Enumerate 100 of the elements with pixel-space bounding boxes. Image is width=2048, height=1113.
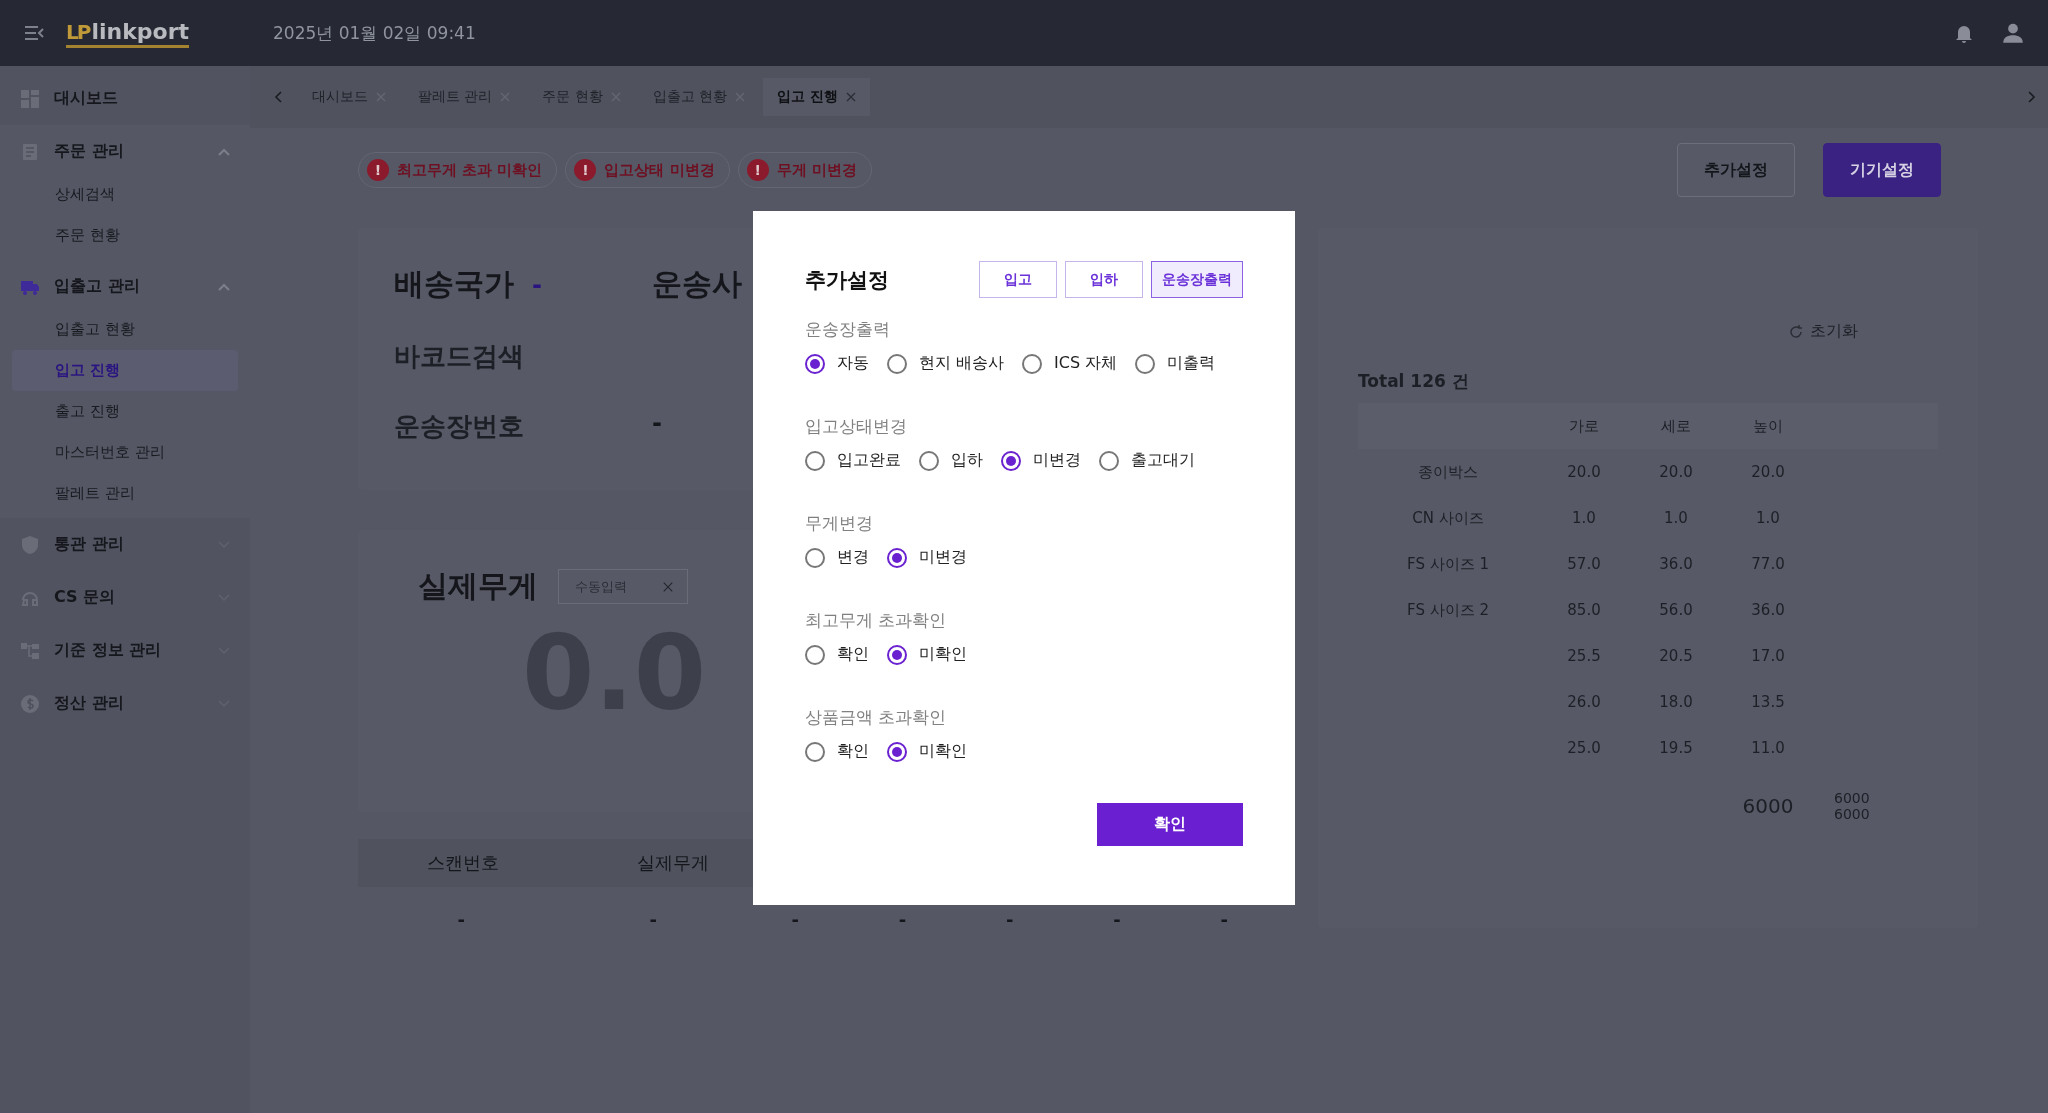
table-cell-text: 1.0	[1663, 509, 1689, 527]
coin-icon	[20, 693, 40, 714]
date-time: 2025년 01월 02일 09:41	[273, 21, 476, 45]
sidebar-item[interactable]: CS 문의	[0, 575, 250, 620]
table-cell-text: 6000	[1741, 794, 1795, 818]
sidebar-item[interactable]: 기준 정보 관리	[0, 628, 250, 673]
table-cell-text: 25.5	[1566, 647, 1602, 665]
field-label: 운송장번호	[394, 410, 524, 443]
radio-option[interactable]: 미확인	[887, 741, 967, 762]
field-value: -	[532, 270, 542, 299]
grid-icon	[20, 88, 40, 109]
radio-option[interactable]: 미출력	[1135, 353, 1216, 374]
settings-button[interactable]: 추가설정	[1677, 143, 1795, 197]
sidebar-subitem[interactable]: 상세검색	[12, 174, 238, 215]
total-count: Total 126 건	[1358, 370, 1470, 393]
section-label: 운송장출력	[805, 318, 891, 341]
radio-option[interactable]: 미변경	[1001, 450, 1081, 471]
confirm-button[interactable]: 확인	[1097, 803, 1243, 846]
table-cell-text: 19.5	[1658, 739, 1694, 757]
chevron-left-icon[interactable]	[274, 91, 282, 103]
mode-tab[interactable]: 운송장출력	[1151, 261, 1243, 298]
table-cell-text: 26.0	[1566, 693, 1602, 711]
table-cell: 6000	[1834, 790, 1870, 806]
sidebar-item[interactable]: 정산 관리	[0, 681, 250, 726]
warning-chip: ! 최고무게 초과 미확인	[358, 152, 558, 188]
sidebar-subitem[interactable]: 입출고 현황	[12, 309, 238, 350]
warning-chip: ! 무게 미변경	[737, 152, 872, 188]
radio-option[interactable]: 입하	[919, 450, 983, 471]
close-icon[interactable]	[846, 92, 857, 102]
table-cell-text: FS 사이즈 2	[1406, 600, 1490, 620]
table-cell-text: 18.0	[1658, 693, 1694, 711]
table-cell-text: 85.0	[1566, 601, 1602, 619]
table-cell-text: 36.0	[1658, 555, 1694, 573]
table-cell-text: 11.0	[1750, 739, 1786, 757]
reset-button[interactable]: 초기화	[1788, 321, 1858, 342]
column-header: 가로	[1568, 416, 1600, 436]
table-cell: 6000	[1834, 806, 1870, 822]
radio-option[interactable]: 자동	[805, 353, 869, 374]
table-cell-text: 25.0	[1566, 739, 1602, 757]
tab[interactable]: 입고 진행	[763, 78, 871, 116]
column-header: 높이	[1752, 416, 1784, 436]
radio-option[interactable]: 확인	[805, 644, 869, 665]
sidebar-item[interactable]: 대시보드	[0, 76, 250, 121]
chevron-right-icon[interactable]	[2028, 91, 2036, 103]
table-cell-text: 57.0	[1566, 555, 1602, 573]
table-cell-text: 77.0	[1750, 555, 1786, 573]
radio-option[interactable]: 출고대기	[1099, 450, 1195, 471]
warning-chip: ! 입고상태 미변경	[565, 152, 730, 188]
sidebar-item[interactable]: 주문 관리	[0, 129, 250, 174]
radio-option[interactable]: 입고완료	[805, 450, 901, 471]
table-cell-text: -	[1112, 911, 1122, 929]
section-label: 상품금액 초과확인	[805, 706, 948, 729]
field-label: 바코드검색	[394, 340, 524, 373]
hierarchy-icon	[20, 640, 40, 661]
radio-option[interactable]: 변경	[805, 547, 869, 568]
radio-option[interactable]: 현지 배송사	[887, 353, 1005, 374]
table-cell-text: 36.0	[1750, 601, 1786, 619]
sidebar-subitem[interactable]: 입고 진행	[12, 350, 238, 391]
device-settings-button[interactable]: 기기설정	[1823, 143, 1941, 197]
sidebar-item[interactable]: 통관 관리	[0, 522, 250, 567]
table-cell-text: 20.0	[1750, 463, 1786, 481]
section-label: 입고상태변경	[805, 415, 908, 438]
section-label: 무게변경	[805, 512, 874, 535]
shield-icon	[20, 534, 40, 555]
table-cell-text: -	[897, 911, 908, 929]
radio-option[interactable]: ICS 자체	[1022, 353, 1118, 374]
column-header: 스캔번호	[426, 851, 500, 875]
table-cell-text: 1.0	[1571, 509, 1597, 527]
sidebar-subitem[interactable]: 마스터번호 관리	[12, 432, 238, 473]
refresh-icon	[1788, 323, 1804, 340]
field-label: 운송사	[652, 265, 742, 303]
field-value: -	[652, 409, 662, 437]
table-cell-text: 56.0	[1658, 601, 1694, 619]
field-label: 배송국가	[394, 265, 514, 303]
table-cell-text: 20.0	[1658, 463, 1694, 481]
radio-option[interactable]: 확인	[805, 741, 869, 762]
radio-option[interactable]: 미변경	[887, 547, 967, 568]
table-cell-text: -	[648, 911, 658, 929]
table-cell-text: -	[790, 911, 801, 929]
mode-tab[interactable]: 입하	[1065, 261, 1143, 298]
warning-icon: !	[746, 159, 769, 181]
column-header: 세로	[1660, 416, 1692, 436]
warning-icon: !	[574, 159, 597, 181]
sidebar-subitem[interactable]: 팔레트 관리	[12, 473, 238, 514]
sidebar-subitem[interactable]: 출고 진행	[12, 391, 238, 432]
dialog-title: 추가설정	[805, 266, 889, 294]
table-cell-text: -	[1219, 911, 1230, 929]
table-cell-text: 17.0	[1750, 647, 1786, 665]
radio-option[interactable]: 미확인	[887, 644, 967, 665]
section-label: 최고무게 초과확인	[805, 609, 948, 632]
table-cell-text: 13.5	[1750, 693, 1786, 711]
sidebar-item[interactable]: 입출고 관리	[0, 264, 250, 309]
mode-tab[interactable]: 입고	[979, 261, 1057, 298]
table-cell-text: -	[1005, 911, 1015, 929]
logo[interactable]: LPlinkport	[66, 18, 189, 48]
table-cell-text: CN 사이즈	[1411, 508, 1485, 528]
table-cell-text: 1.0	[1755, 509, 1781, 527]
sidebar-subitem[interactable]: 주문 현황	[12, 215, 238, 256]
table-cell-text: 20.0	[1566, 463, 1602, 481]
table-cell-text: FS 사이즈 1	[1406, 554, 1490, 574]
